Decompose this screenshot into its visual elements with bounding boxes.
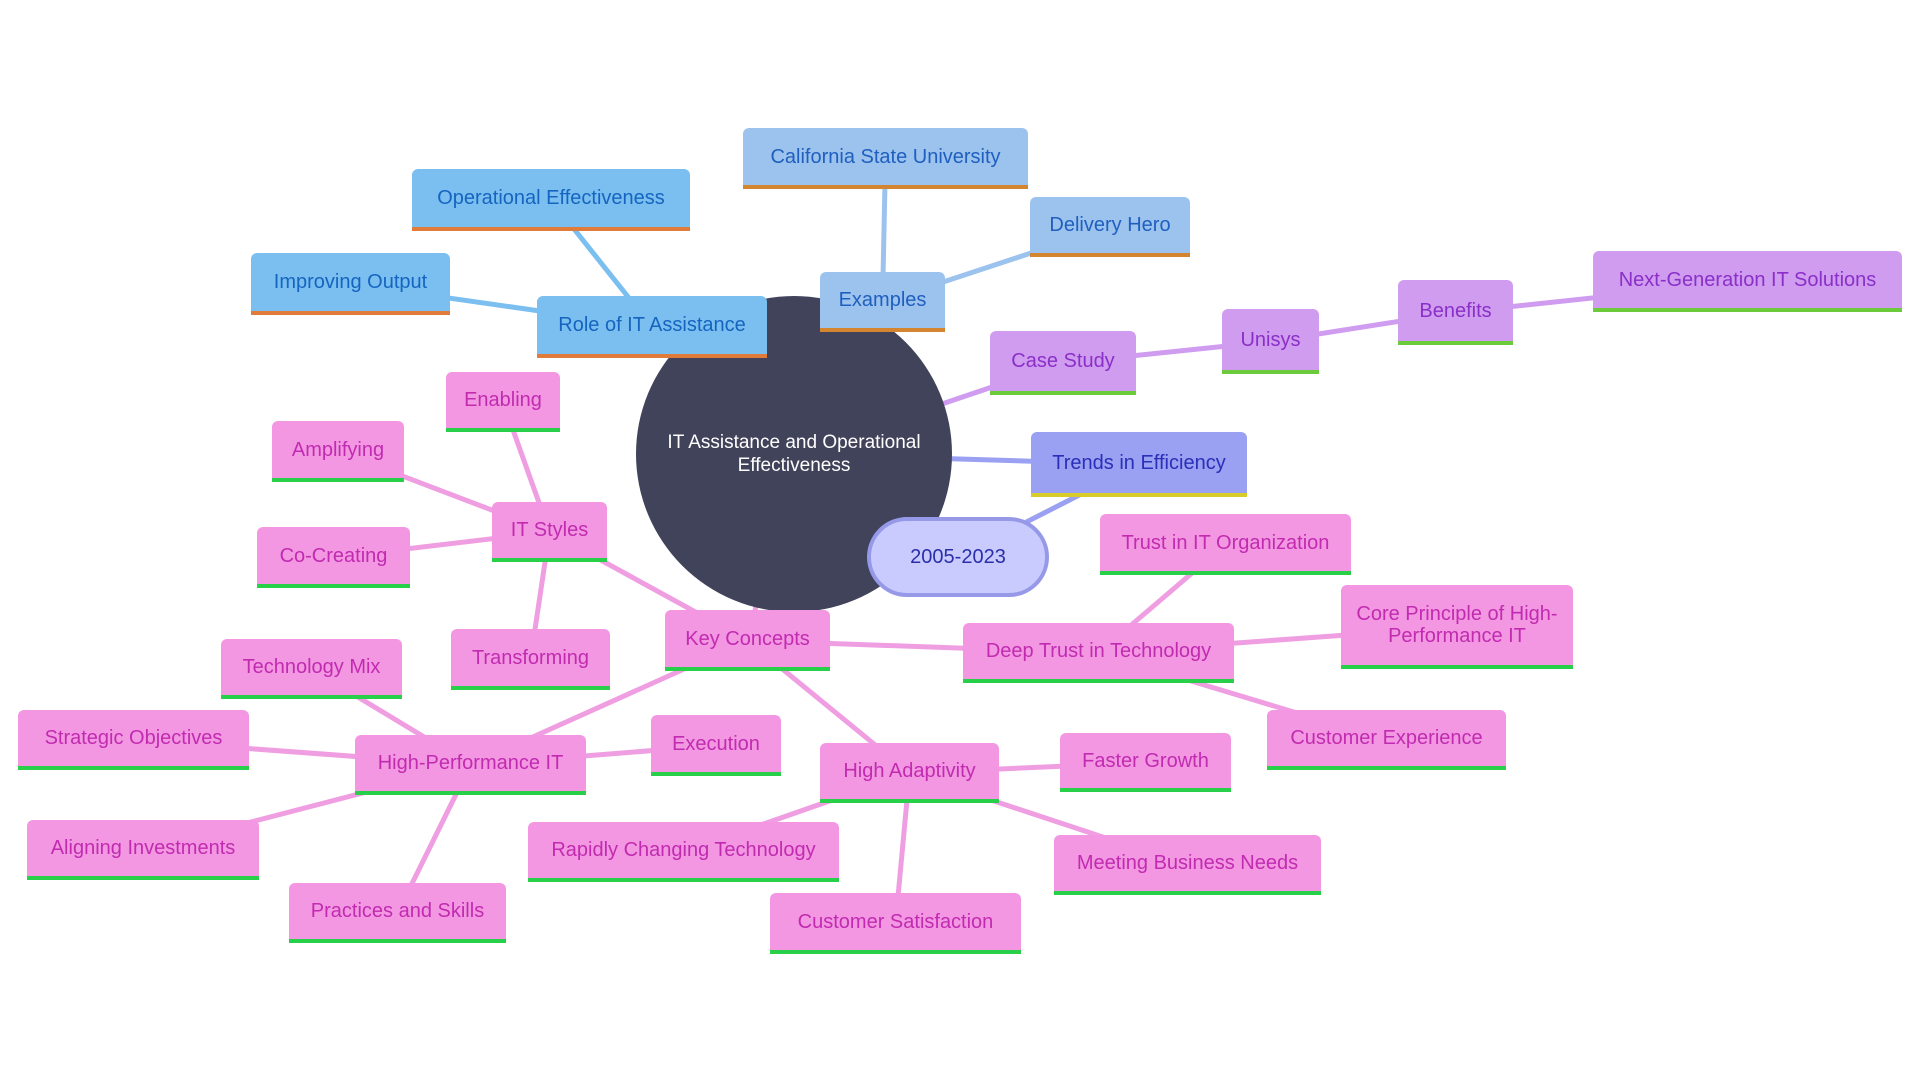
node-transforming[interactable]: Transforming [451,629,610,690]
node-enabling[interactable]: Enabling [446,372,560,432]
node-high-adaptivity[interactable]: High Adaptivity [820,743,999,803]
node-meeting-business-needs[interactable]: Meeting Business Needs [1054,835,1321,895]
node-benefits[interactable]: Benefits [1398,280,1513,345]
node-high-performance-it[interactable]: High-Performance IT [355,735,586,795]
node-it-styles[interactable]: IT Styles [492,502,607,562]
node-amplifying[interactable]: Amplifying [272,421,404,482]
node-role-of-it-assistance[interactable]: Role of IT Assistance [537,296,767,358]
node-trends-in-efficiency[interactable]: Trends in Efficiency [1031,432,1247,497]
node-trust-in-it-organization[interactable]: Trust in IT Organization [1100,514,1351,575]
node-unisys[interactable]: Unisys [1222,309,1319,374]
node-delivery-hero[interactable]: Delivery Hero [1030,197,1190,257]
node-core-principle-of-high-performance-it[interactable]: Core Principle of High-Performance IT [1341,585,1573,669]
node-case-study[interactable]: Case Study [990,331,1136,395]
node-execution[interactable]: Execution [651,715,781,776]
node-aligning-investments[interactable]: Aligning Investments [27,820,259,880]
node-rapidly-changing-technology[interactable]: Rapidly Changing Technology [528,822,839,882]
node-customer-experience[interactable]: Customer Experience [1267,710,1506,770]
node-operational-effectiveness[interactable]: Operational Effectiveness [412,169,690,231]
node-practices-and-skills[interactable]: Practices and Skills [289,883,506,943]
node-next-generation-it-solutions[interactable]: Next-Generation IT Solutions [1593,251,1902,312]
node-california-state-university[interactable]: California State University [743,128,1028,189]
node-improving-output[interactable]: Improving Output [251,253,450,315]
node-faster-growth[interactable]: Faster Growth [1060,733,1231,792]
node-strategic-objectives[interactable]: Strategic Objectives [18,710,249,770]
node-deep-trust-in-technology[interactable]: Deep Trust in Technology [963,623,1234,683]
node-technology-mix[interactable]: Technology Mix [221,639,402,699]
node-key-concepts[interactable]: Key Concepts [665,610,830,671]
node-co-creating[interactable]: Co-Creating [257,527,410,588]
node-years-2005-2023[interactable]: 2005-2023 [867,517,1049,597]
node-examples[interactable]: Examples [820,272,945,332]
node-customer-satisfaction[interactable]: Customer Satisfaction [770,893,1021,954]
